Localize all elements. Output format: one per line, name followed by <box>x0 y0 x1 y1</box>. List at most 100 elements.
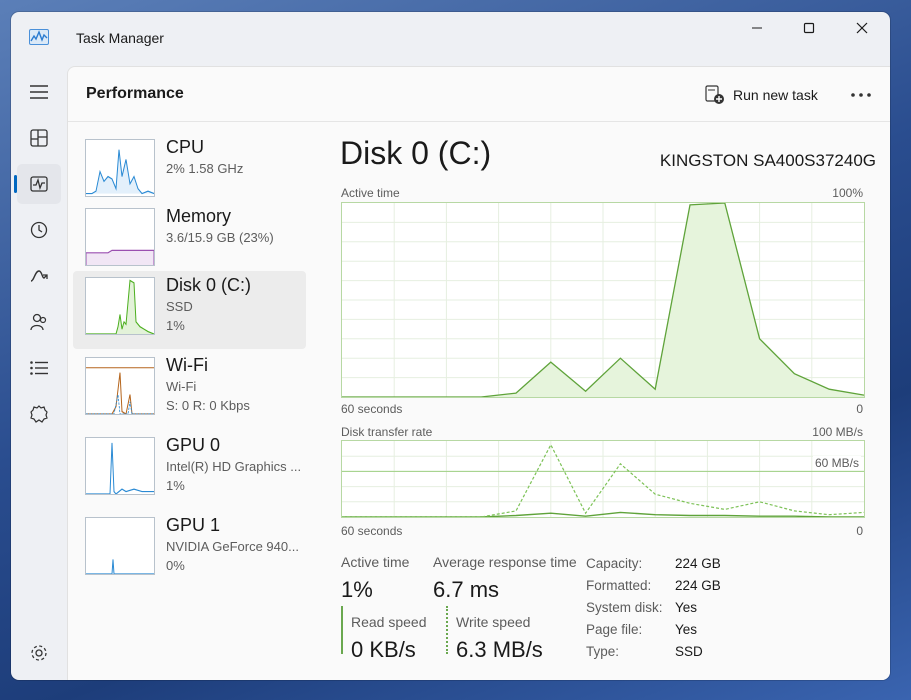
write-speed-label: Write speed <box>456 614 531 630</box>
run-new-task-button[interactable]: Run new task <box>705 83 818 107</box>
device-item-wifi[interactable]: Wi-Fi Wi-Fi S: 0 R: 0 Kbps <box>73 351 306 429</box>
device-detail: 2% 1.58 GHz <box>166 161 244 176</box>
device-name: Disk 0 (C:) <box>166 275 251 295</box>
performance-icon <box>30 176 48 192</box>
device-name: CPU <box>166 137 205 157</box>
device-name: GPU 1 <box>166 515 221 535</box>
device-detail: Wi-Fi <box>166 379 197 394</box>
maximize-icon <box>803 22 815 34</box>
read-speed-label: Read speed <box>351 614 427 630</box>
more-options-button[interactable] <box>845 83 877 107</box>
graph1-time-label: 60 seconds <box>341 402 403 416</box>
disk-detail-panel: Disk 0 (C:) KINGSTON SA400S37240G Active… <box>340 121 876 680</box>
nav-performance[interactable] <box>17 164 61 204</box>
avg-response-value: 6.7 ms <box>433 577 500 602</box>
nav-startup-apps[interactable] <box>17 256 61 296</box>
device-detail: Intel(R) HD Graphics ... <box>166 459 302 474</box>
graph1-max: 100% <box>832 186 863 200</box>
graph2-mid: 60 MB/s <box>812 456 861 470</box>
window-title: Task Manager <box>76 30 164 46</box>
task-manager-app-icon <box>29 29 49 45</box>
device-item-gpu-1[interactable]: GPU 1 NVIDIA GeForce 940... 0% <box>73 511 306 589</box>
graph2-time-label: 60 seconds <box>341 524 403 538</box>
page-header: Performance Run new task <box>68 67 890 122</box>
device-usage: 0% <box>166 558 185 573</box>
device-throughput: S: 0 R: 0 Kbps <box>166 398 250 413</box>
gear-icon <box>31 645 47 661</box>
nav-details[interactable] <box>17 348 61 388</box>
device-usage: 1% <box>166 318 185 333</box>
active-time-label: Active time <box>341 554 410 570</box>
write-speed-value: 6.3 MB/s <box>456 637 543 662</box>
cpu-thumbnail-graph <box>85 139 155 197</box>
device-list: CPU 2% 1.58 GHz Memory 3.6/15.9 GB (23%)… <box>68 121 308 680</box>
nav-app-history[interactable] <box>17 210 61 250</box>
menu-icon <box>30 85 48 99</box>
navigation-rail <box>11 66 67 680</box>
users-icon <box>30 313 47 331</box>
device-name: Memory <box>166 206 232 226</box>
device-name: GPU 0 <box>166 435 221 455</box>
avg-response-label: Average response time <box>433 554 577 570</box>
active-time-value: 1% <box>341 577 373 602</box>
minimize-button[interactable] <box>733 12 781 44</box>
graph2-min: 0 <box>856 524 863 538</box>
device-detail: NVIDIA GeForce 940... <box>166 539 299 554</box>
more-icon <box>851 93 871 97</box>
app-history-icon <box>30 221 48 239</box>
task-manager-window: Task Manager Performance Run new task CP… <box>11 12 890 680</box>
gpu-1-thumbnail-graph <box>85 517 155 575</box>
nav-users[interactable] <box>17 302 61 342</box>
device-item-disk-0[interactable]: Disk 0 (C:) SSD 1% <box>73 271 306 349</box>
nav-services[interactable] <box>17 394 61 434</box>
processes-icon <box>30 129 48 147</box>
system-disk-value: Yes <box>675 600 698 615</box>
device-item-cpu[interactable]: CPU 2% 1.58 GHz <box>73 133 306 211</box>
read-speed-marker <box>341 606 343 654</box>
system-disk-label: System disk: <box>586 600 663 615</box>
close-icon <box>856 22 868 34</box>
page-title: Performance <box>86 85 184 102</box>
details-icon <box>30 361 48 375</box>
page-file-value: Yes <box>675 622 698 637</box>
disk-transfer-rate-graph <box>341 440 865 518</box>
settings-button[interactable] <box>17 633 61 673</box>
capacity-label: Capacity: <box>586 556 643 571</box>
title-bar: Task Manager <box>11 12 890 66</box>
startup-apps-icon <box>30 270 48 282</box>
formatted-value: 224 GB <box>675 578 721 593</box>
run-new-task-label: Run new task <box>733 87 818 103</box>
close-button[interactable] <box>838 12 886 44</box>
minimize-icon <box>752 27 762 29</box>
disk-model: KINGSTON SA400S37240G <box>659 151 876 170</box>
type-value: SSD <box>675 644 703 659</box>
capacity-value: 224 GB <box>675 556 721 571</box>
memory-thumbnail-graph <box>85 208 155 266</box>
active-time-graph <box>341 202 865 398</box>
read-speed-value: 0 KB/s <box>351 637 416 662</box>
device-detail: SSD <box>166 299 193 314</box>
gpu-0-thumbnail-graph <box>85 437 155 495</box>
formatted-label: Formatted: <box>586 578 652 593</box>
wifi-thumbnail-graph <box>85 357 155 415</box>
device-name: Wi-Fi <box>166 355 208 375</box>
device-item-gpu-0[interactable]: GPU 0 Intel(R) HD Graphics ... 1% <box>73 431 306 509</box>
menu-button[interactable] <box>17 72 61 112</box>
graph1-min: 0 <box>856 402 863 416</box>
graph2-label: Disk transfer rate <box>341 425 433 439</box>
device-item-memory[interactable]: Memory 3.6/15.9 GB (23%) <box>73 202 306 280</box>
maximize-button[interactable] <box>785 12 833 44</box>
page-file-label: Page file: <box>586 622 643 637</box>
run-new-task-icon <box>705 85 724 104</box>
disk-thumbnail-graph <box>85 277 155 335</box>
main-pane: Performance Run new task CPU 2% 1.58 GHz <box>67 66 890 680</box>
device-detail: 3.6/15.9 GB (23%) <box>166 230 274 245</box>
type-label: Type: <box>586 644 620 659</box>
nav-processes[interactable] <box>17 118 61 158</box>
graph2-max: 100 MB/s <box>812 425 863 439</box>
detail-title: Disk 0 (C:) <box>340 135 492 171</box>
active-indicator <box>14 175 17 193</box>
device-usage: 1% <box>166 478 185 493</box>
services-icon <box>30 405 48 423</box>
graph1-label: Active time <box>341 186 400 200</box>
